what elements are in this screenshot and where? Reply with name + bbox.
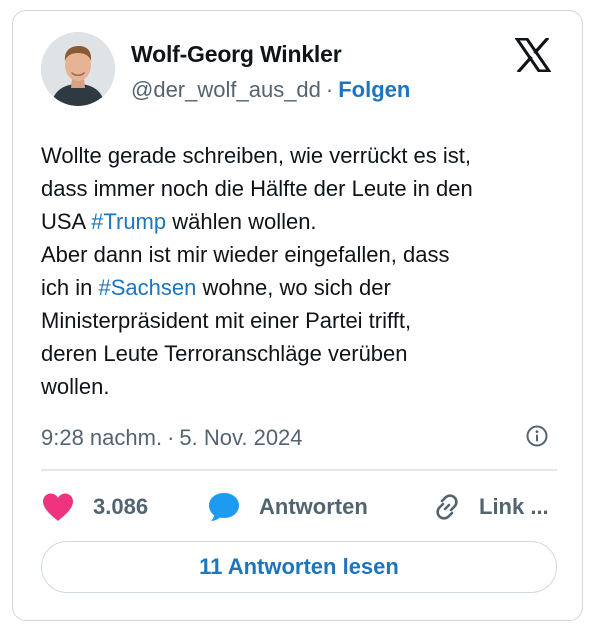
like-button[interactable]: 3.086 (41, 487, 148, 527)
avatar[interactable] (41, 32, 115, 106)
follow-button[interactable]: Folgen (338, 77, 410, 102)
x-logo-icon[interactable] (514, 36, 552, 74)
tweet-line: USA #Trump wählen wollen. (41, 205, 561, 238)
tweet-timestamp[interactable]: 9:28 nachm. · 5. Nov. 2024 (41, 425, 303, 451)
hashtag-link[interactable]: #Trump (91, 209, 166, 234)
link-icon (431, 491, 463, 523)
tweet-line: ich in #Sachsen wohne, wo sich der (41, 271, 561, 304)
author-name[interactable]: Wolf-Georg Winkler (131, 41, 342, 68)
person-avatar-photo (41, 32, 115, 106)
tweet-line: Ministerpräsident mit einer Partei triff… (41, 308, 412, 333)
tweet-line: wollen. (41, 374, 110, 399)
copy-link-button[interactable]: Link ... (431, 487, 549, 527)
divider (41, 469, 557, 471)
tweet-line: dass immer noch die Hälfte der Leute in … (41, 176, 473, 201)
info-icon[interactable] (525, 424, 549, 448)
tweet-line-text: wohne, wo sich der (196, 275, 391, 300)
reply-label: Antworten (259, 494, 368, 519)
separator-dot: · (325, 77, 334, 102)
author-handle[interactable]: @der_wolf_aus_dd (131, 77, 321, 102)
reply-button[interactable]: Antworten (207, 487, 368, 527)
hashtag-link[interactable]: #Sachsen (98, 275, 196, 300)
link-label: Link ... (479, 494, 549, 519)
tweet-line: Aber dann ist mir wieder eingefallen, da… (41, 242, 450, 267)
tweet-text: Wollte gerade schreiben, wie verrückt es… (41, 139, 561, 403)
tweet-line: deren Leute Terroranschläge verüben (41, 341, 408, 366)
read-replies-button[interactable]: 11 Antworten lesen (41, 541, 557, 593)
tweet-line-text: ich in (41, 275, 99, 300)
tweet-line: Wollte gerade schreiben, wie verrückt es… (41, 143, 471, 168)
tweet-line-text: USA (41, 209, 92, 234)
tweet-date: 5. Nov. 2024 (179, 425, 303, 450)
author-handle-row: @der_wolf_aus_dd · Folgen (131, 77, 410, 103)
tweet-card: Wolf-Georg Winkler @der_wolf_aus_dd · Folg… (12, 10, 583, 621)
like-count: 3.086 (93, 494, 149, 519)
heart-icon (41, 492, 75, 522)
separator-dot: · (167, 425, 175, 450)
speech-bubble-icon (207, 491, 241, 523)
tweet-time: 9:28 nachm. (41, 425, 163, 450)
tweet-line-text: wählen wollen. (166, 209, 317, 234)
action-bar: 3.086 Antworten Link ... (41, 487, 557, 527)
